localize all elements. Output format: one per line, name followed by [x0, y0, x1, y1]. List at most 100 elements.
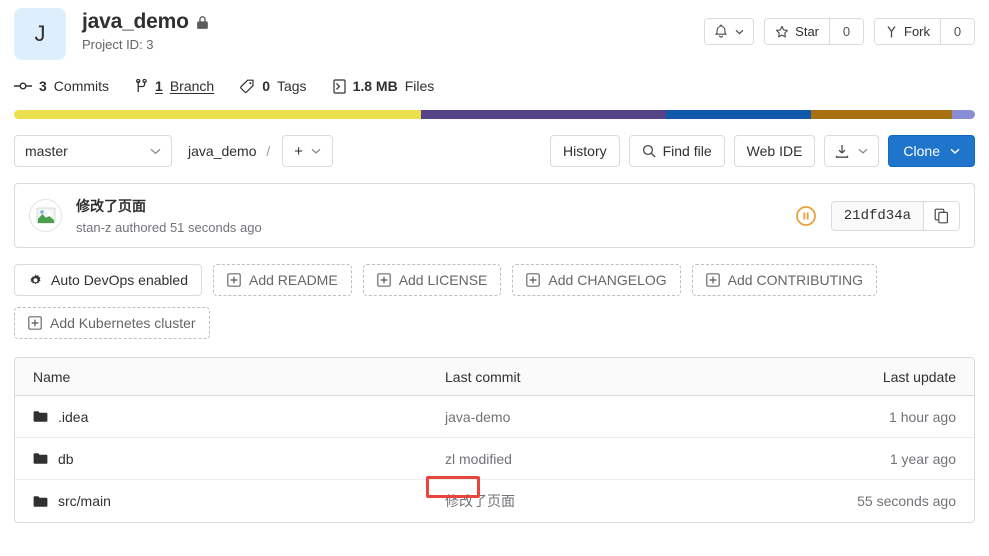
quick-action-label: Add README — [248, 272, 338, 288]
project-meta: java_demo Project ID: 3 — [82, 8, 704, 52]
stat-branches-label: Branch — [169, 78, 215, 94]
search-icon — [642, 144, 656, 158]
table-row[interactable]: .idea java-demo 1 hour ago — [15, 396, 974, 438]
file-row-name[interactable]: db — [58, 451, 74, 467]
column-header-last-commit: Last commit — [445, 368, 521, 385]
quick-action-add-license[interactable]: Add LICENSE — [362, 264, 502, 296]
chevron-down-icon — [858, 148, 868, 155]
copy-icon[interactable] — [923, 201, 959, 230]
file-row-last-update: 1 year ago — [889, 450, 956, 467]
find-file-label: Find file — [662, 143, 712, 159]
history-button[interactable]: History — [550, 135, 620, 167]
quick-action-label: Add CONTRIBUTING — [727, 272, 864, 288]
quick-action-label: Add Kubernetes cluster — [50, 315, 196, 331]
star-button[interactable]: Star — [765, 19, 829, 44]
branch-selector-value: master — [25, 143, 68, 159]
stat-commits-value: 3 — [39, 78, 47, 94]
bell-icon[interactable] — [705, 19, 754, 44]
branch-icon — [135, 78, 148, 94]
avatar — [29, 199, 62, 232]
web-ide-button[interactable]: Web IDE — [733, 135, 816, 167]
breadcrumb-separator: / — [266, 143, 271, 159]
chevron-down-icon — [950, 148, 960, 155]
plus-icon: + — [294, 142, 304, 160]
gear-icon — [28, 273, 43, 288]
quick-action-add-kubernetes-cluster[interactable]: Add Kubernetes cluster — [14, 307, 210, 339]
quick-actions-row-2: Add Kubernetes cluster — [14, 307, 975, 339]
plus-square-icon — [705, 273, 720, 287]
stat-commits[interactable]: 3 Commits — [14, 78, 109, 94]
quick-action-label: Add LICENSE — [398, 272, 488, 288]
broken-image-icon — [36, 207, 55, 223]
star-button-group[interactable]: Star 0 — [764, 18, 864, 45]
stat-files[interactable]: 1.8 MB Files — [332, 78, 434, 94]
table-row[interactable]: db zl modified 1 year ago — [15, 438, 974, 480]
find-file-button[interactable]: Find file — [628, 135, 725, 167]
plus-square-icon — [28, 316, 42, 330]
clone-button[interactable]: Clone — [888, 135, 975, 167]
lock-icon — [196, 15, 209, 30]
fork-count[interactable]: 0 — [940, 19, 974, 44]
file-row-name[interactable]: .idea — [58, 409, 88, 425]
file-row-name[interactable]: src/main — [58, 493, 111, 509]
project-title-row: java_demo — [82, 10, 704, 34]
language-bar-segment-2 — [420, 110, 666, 119]
add-to-tree-button[interactable]: + — [282, 135, 334, 167]
breadcrumb-root[interactable]: java_demo — [188, 143, 257, 159]
stat-files-value: 1.8 MB — [352, 78, 398, 94]
project-id-label: Project ID: 3 — [82, 37, 154, 52]
commit-sha-group: 21dfd34a — [830, 200, 960, 231]
stat-tags[interactable]: 0 Tags — [240, 78, 307, 94]
language-bar-segment-1 — [14, 110, 421, 119]
plus-square-icon — [376, 273, 391, 287]
project-header: J java_demo Project ID: 3 Star 0 Fork 0 — [14, 0, 975, 60]
commit-icon — [14, 80, 32, 92]
star-label: Star — [795, 24, 819, 39]
file-row-last-commit[interactable]: 修改了页面 — [426, 476, 814, 511]
quick-action-label: Add CHANGELOG — [548, 272, 667, 288]
plus-square-icon — [227, 273, 241, 287]
chevron-down-icon — [735, 29, 744, 34]
file-row-last-update: 55 seconds ago — [857, 493, 956, 509]
chevron-down-icon — [150, 148, 161, 155]
chevron-down-icon — [311, 148, 321, 155]
project-avatar-letter: J — [34, 21, 46, 46]
table-row[interactable]: src/main 修改了页面 55 seconds ago — [15, 476, 974, 522]
project-stats: 3 Commits 1 Branch 0 Tags 1.8 MB Files — [14, 78, 975, 94]
stat-commits-label: Commits — [53, 78, 110, 94]
stat-branches[interactable]: 1 Branch — [135, 78, 214, 94]
plus-square-icon — [526, 273, 541, 287]
folder-icon — [33, 410, 48, 423]
commit-author-line: stan-z authored 51 seconds ago — [76, 220, 262, 235]
branch-selector[interactable]: master — [14, 135, 172, 167]
file-row-name-cell: .idea — [15, 409, 445, 425]
fork-button-group[interactable]: Fork 0 — [874, 18, 975, 45]
last-commit-panel: 修改了页面 stan-z authored 51 seconds ago 21d… — [14, 183, 975, 248]
quick-action-label: Auto DevOps enabled — [51, 272, 188, 288]
quick-action-add-readme[interactable]: Add README — [212, 264, 352, 296]
quick-action-add-contributing[interactable]: Add CONTRIBUTING — [691, 264, 878, 296]
file-row-last-commit[interactable]: java-demo — [445, 409, 814, 425]
download-icon — [835, 144, 849, 159]
star-count[interactable]: 0 — [829, 19, 863, 44]
stat-tags-value: 0 — [262, 78, 270, 94]
quick-action-add-changelog[interactable]: Add CHANGELOG — [512, 264, 681, 296]
column-header-name: Name — [33, 368, 71, 385]
project-page: J java_demo Project ID: 3 Star 0 Fork 0 … — [0, 0, 989, 523]
commit-right: 21dfd34a — [795, 200, 960, 231]
download-dropdown[interactable] — [824, 135, 880, 167]
breadcrumb: java_demo / — [188, 143, 276, 159]
pipeline-pending-icon[interactable] — [795, 205, 817, 227]
project-avatar: J — [14, 8, 66, 60]
commit-title[interactable]: 修改了页面 — [76, 196, 795, 216]
file-row-last-commit[interactable]: zl modified — [445, 451, 814, 467]
tag-icon — [240, 79, 255, 94]
file-tree-body: .idea java-demo 1 hour ago db zl modified 1 y… — [15, 396, 974, 522]
notifications-dropdown[interactable] — [704, 18, 755, 45]
history-label: History — [563, 143, 607, 159]
fork-button[interactable]: Fork — [875, 19, 940, 44]
file-tree-header: Name Last commit Last update — [15, 358, 974, 396]
commit-sha[interactable]: 21dfd34a — [831, 201, 923, 230]
file-icon — [332, 78, 346, 94]
quick-action-auto-devops-enabled[interactable]: Auto DevOps enabled — [14, 264, 202, 296]
